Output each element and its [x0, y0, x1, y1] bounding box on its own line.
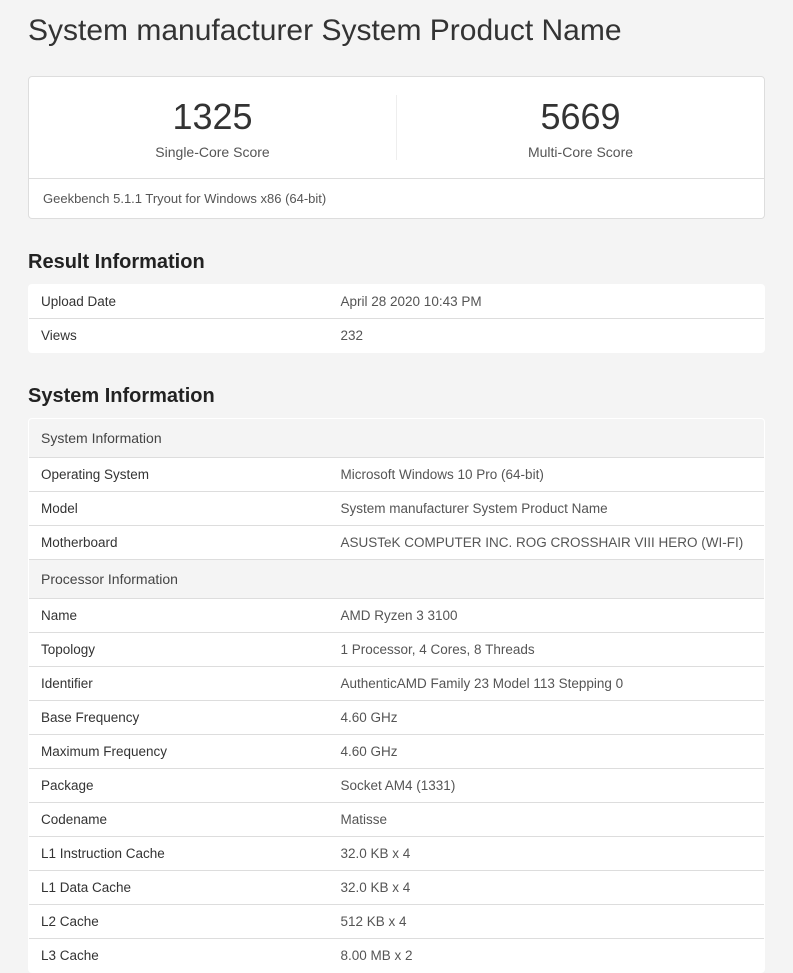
row-key: Views [29, 319, 329, 353]
table-row: Base Frequency4.60 GHz [29, 701, 765, 735]
table-row: Topology1 Processor, 4 Cores, 8 Threads [29, 633, 765, 667]
page-title: System manufacturer System Product Name [28, 14, 765, 48]
row-value: 8.00 MB x 2 [329, 939, 765, 973]
row-key: Topology [29, 633, 329, 667]
row-key: Base Frequency [29, 701, 329, 735]
row-value: 4.60 GHz [329, 701, 765, 735]
row-value: AMD Ryzen 3 3100 [329, 599, 765, 633]
table-row: Maximum Frequency4.60 GHz [29, 735, 765, 769]
row-key: L2 Cache [29, 905, 329, 939]
row-value: 1 Processor, 4 Cores, 8 Threads [329, 633, 765, 667]
result-information-section: Result Information Upload DateApril 28 2… [28, 251, 765, 353]
table-row: NameAMD Ryzen 3 3100 [29, 599, 765, 633]
row-value: 32.0 KB x 4 [329, 871, 765, 905]
table-row: PackageSocket AM4 (1331) [29, 769, 765, 803]
single-core-value: 1325 [29, 95, 396, 138]
row-value: 32.0 KB x 4 [329, 837, 765, 871]
row-value: 512 KB x 4 [329, 905, 765, 939]
row-value: Microsoft Windows 10 Pro (64-bit) [329, 458, 765, 492]
version-info: Geekbench 5.1.1 Tryout for Windows x86 (… [28, 179, 765, 219]
row-key: L3 Cache [29, 939, 329, 973]
row-key: Maximum Frequency [29, 735, 329, 769]
scores-panel: 1325 Single-Core Score 5669 Multi-Core S… [28, 76, 765, 179]
single-core-label: Single-Core Score [29, 144, 396, 160]
row-value: 232 [329, 319, 765, 353]
row-key: L1 Data Cache [29, 871, 329, 905]
row-value: Matisse [329, 803, 765, 837]
result-information-heading: Result Information [28, 251, 765, 274]
row-key: Name [29, 599, 329, 633]
table-group-header: System Information [29, 419, 765, 458]
row-value: April 28 2020 10:43 PM [329, 285, 765, 319]
row-key: Package [29, 769, 329, 803]
row-key: Codename [29, 803, 329, 837]
table-row: L3 Cache8.00 MB x 2 [29, 939, 765, 973]
multi-core-value: 5669 [397, 95, 764, 138]
multi-core-score: 5669 Multi-Core Score [396, 95, 764, 160]
table-row: Views232 [29, 319, 765, 353]
row-key: Model [29, 492, 329, 526]
row-value: System manufacturer System Product Name [329, 492, 765, 526]
row-key: Identifier [29, 667, 329, 701]
table-row: L2 Cache512 KB x 4 [29, 905, 765, 939]
table-row: L1 Instruction Cache32.0 KB x 4 [29, 837, 765, 871]
system-information-heading: System Information [28, 385, 765, 408]
row-value: 4.60 GHz [329, 735, 765, 769]
row-value: Socket AM4 (1331) [329, 769, 765, 803]
table-row: CodenameMatisse [29, 803, 765, 837]
result-information-table: Upload DateApril 28 2020 10:43 PMViews23… [28, 284, 765, 353]
table-row: Operating SystemMicrosoft Windows 10 Pro… [29, 458, 765, 492]
row-value: ASUSTeK COMPUTER INC. ROG CROSSHAIR VIII… [329, 526, 765, 560]
row-key: Upload Date [29, 285, 329, 319]
table-row: MotherboardASUSTeK COMPUTER INC. ROG CRO… [29, 526, 765, 560]
system-information-table: System InformationOperating SystemMicros… [28, 418, 765, 973]
table-row: ModelSystem manufacturer System Product … [29, 492, 765, 526]
multi-core-label: Multi-Core Score [397, 144, 764, 160]
table-row: L1 Data Cache32.0 KB x 4 [29, 871, 765, 905]
single-core-score: 1325 Single-Core Score [29, 95, 396, 160]
system-information-section: System Information System InformationOpe… [28, 385, 765, 973]
row-value: AuthenticAMD Family 23 Model 113 Steppin… [329, 667, 765, 701]
row-key: Motherboard [29, 526, 329, 560]
table-row: IdentifierAuthenticAMD Family 23 Model 1… [29, 667, 765, 701]
table-group-header: Processor Information [29, 560, 765, 599]
table-row: Upload DateApril 28 2020 10:43 PM [29, 285, 765, 319]
row-key: Operating System [29, 458, 329, 492]
row-key: L1 Instruction Cache [29, 837, 329, 871]
